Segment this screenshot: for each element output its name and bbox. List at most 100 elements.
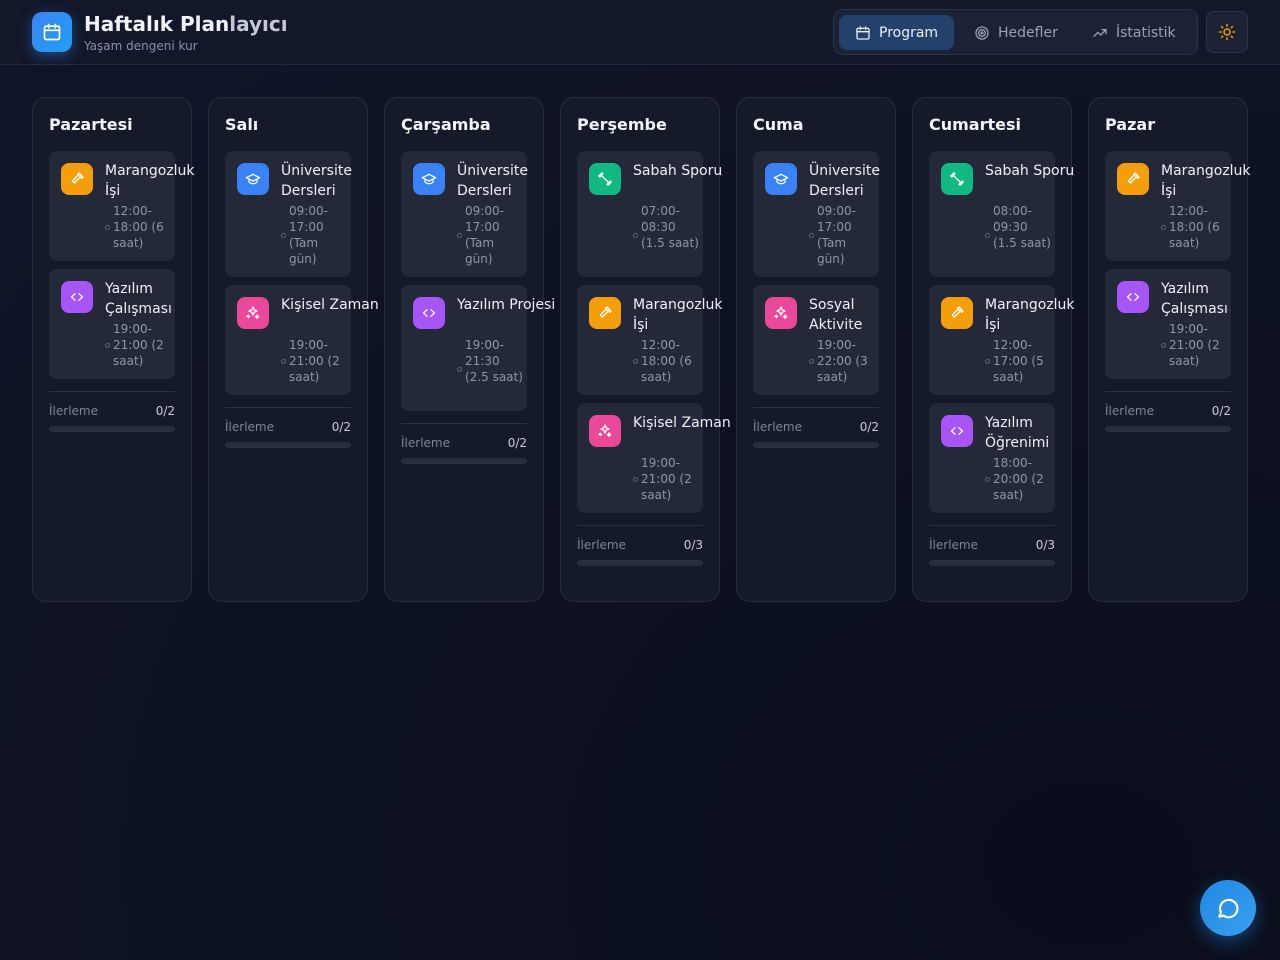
task-card[interactable]: Yazılım Öğrenimi 18:00-20:00 (2 saat) xyxy=(929,403,1055,513)
sparkles-icon xyxy=(589,415,621,447)
task-card[interactable]: Kişisel Zaman 19:00-21:00 (2 saat) xyxy=(225,285,379,395)
graduation-cap-icon xyxy=(413,163,445,195)
app-header: Haftalık Planlayıcı Yaşam dengeni kur Pr… xyxy=(0,0,1280,65)
clock-icon xyxy=(985,359,990,364)
day-title: Pazar xyxy=(1105,115,1156,134)
tab-goals[interactable]: Hedefler xyxy=(958,15,1074,50)
task-card[interactable]: Marangozluk İşi 12:00-18:00 (6 saat) xyxy=(577,285,723,395)
clock-icon xyxy=(105,343,110,348)
calendar-logo-icon xyxy=(32,12,72,52)
task-card[interactable]: Üniversite Dersleri 09:00-17:00 (Tam gün) xyxy=(753,151,880,277)
divider xyxy=(49,391,175,392)
progress-label: İlerleme xyxy=(753,420,802,434)
day-column: Pazar Marangozluk İşi 12:00-18:00 (6 saat)… xyxy=(1088,97,1251,602)
task-name: Üniversite Dersleri xyxy=(809,163,880,199)
day-title: Cumartesi xyxy=(929,115,1021,134)
progress-count: 0/2 xyxy=(331,420,351,434)
task-card[interactable]: Marangozluk İşi 12:00-17:00 (5 saat) xyxy=(929,285,1075,395)
task-name: Marangozluk İşi xyxy=(985,297,1075,333)
task-card[interactable]: Sosyal Aktivite 19:00-22:00 (3 saat) xyxy=(753,285,879,395)
chat-button[interactable] xyxy=(1200,880,1256,936)
clock-icon xyxy=(457,367,462,372)
progress-label: İlerleme xyxy=(401,436,450,450)
clock-icon xyxy=(809,233,814,238)
task-card[interactable]: Yazılım Projesi 19:00-21:30 (2.5 saat) xyxy=(401,285,555,411)
task-time: 09:00-17:00 (Tam gün) xyxy=(465,204,504,266)
dumbbell-icon xyxy=(941,163,973,195)
task-time: 12:00-18:00 (6 saat) xyxy=(113,204,164,250)
task-name: Kişisel Zaman xyxy=(633,415,731,431)
task-name: Marangozluk İşi xyxy=(1161,163,1251,199)
tab-stats[interactable]: İstatistik xyxy=(1076,15,1192,50)
progress-count: 0/2 xyxy=(507,436,527,450)
clock-icon xyxy=(633,359,638,364)
clock-icon xyxy=(281,359,286,364)
hammer-icon xyxy=(941,297,973,329)
graduation-cap-icon xyxy=(237,163,269,195)
task-name: Yazılım Çalışması xyxy=(1161,281,1228,317)
task-name: Üniversite Dersleri xyxy=(281,163,352,199)
task-card[interactable]: Sabah Sporu 08:00-09:30 (1.5 saat) xyxy=(929,151,1074,277)
task-card[interactable]: Üniversite Dersleri 09:00-17:00 (Tam gün) xyxy=(401,151,528,277)
task-card[interactable]: Marangozluk İşi 12:00-18:00 (6 saat) xyxy=(49,151,195,261)
task-time: 19:00-21:00 (2 saat) xyxy=(641,456,692,502)
task-time: 19:00-21:00 (2 saat) xyxy=(113,322,164,368)
task-card[interactable]: Yazılım Çalışması 19:00-21:00 (2 saat) xyxy=(1105,269,1231,379)
clock-icon xyxy=(985,233,990,238)
code-icon xyxy=(61,281,93,313)
task-time: 12:00-18:00 (6 saat) xyxy=(641,338,692,384)
divider xyxy=(401,423,527,424)
progress-label: İlerleme xyxy=(929,538,978,552)
hammer-icon xyxy=(589,297,621,329)
target-icon xyxy=(975,25,989,40)
sun-icon xyxy=(1218,23,1236,41)
day-title: Pazartesi xyxy=(49,115,133,134)
day-column: Salı Üniversite Dersleri 09:00-17:00 (Tam … xyxy=(208,97,379,602)
task-name: Yazılım Projesi xyxy=(457,297,556,313)
code-icon xyxy=(413,297,445,329)
day-column: Pazartesi Marangozluk İşi 12:00-18:00 (6 s… xyxy=(32,97,195,602)
clock-icon xyxy=(1161,343,1166,348)
dumbbell-icon xyxy=(589,163,621,195)
day-title: Çarşamba xyxy=(401,115,491,134)
task-name: Sosyal Aktivite xyxy=(809,297,863,333)
task-time: 12:00-17:00 (5 saat) xyxy=(993,338,1044,384)
code-icon xyxy=(1117,281,1149,313)
task-name: Kişisel Zaman xyxy=(281,297,379,313)
chat-bubble-icon xyxy=(1218,898,1239,919)
task-name: Marangozluk İşi xyxy=(633,297,723,333)
task-card[interactable]: Sabah Sporu 07:00-08:30 (1.5 saat) xyxy=(577,151,722,277)
task-time: 19:00-21:00 (2 saat) xyxy=(1169,322,1220,368)
progress-bar xyxy=(1105,426,1231,432)
tab-program-label: Program xyxy=(879,24,939,41)
app-subtitle: Yaşam dengeni kur xyxy=(84,39,198,53)
tab-program[interactable]: Program xyxy=(839,15,955,50)
divider xyxy=(929,525,1055,526)
progress-count: 0/3 xyxy=(683,538,703,552)
day-column: Cumartesi Sabah Sporu 08:00-09:30 (1.5 saa… xyxy=(912,97,1075,602)
task-name: Sabah Sporu xyxy=(985,163,1075,179)
task-name: Üniversite Dersleri xyxy=(457,163,528,199)
sparkles-icon xyxy=(237,297,269,329)
task-card[interactable]: Üniversite Dersleri 09:00-17:00 (Tam gün) xyxy=(225,151,352,277)
progress-count: 0/2 xyxy=(1211,404,1231,418)
progress-bar xyxy=(929,560,1055,566)
task-time: 18:00-20:00 (2 saat) xyxy=(993,456,1044,502)
main-nav: Program Hedefler İstatistik xyxy=(833,9,1198,55)
divider xyxy=(753,407,879,408)
task-card[interactable]: Marangozluk İşi 12:00-18:00 (6 saat) xyxy=(1105,151,1251,261)
task-card[interactable]: Kişisel Zaman 19:00-21:00 (2 saat) xyxy=(577,403,731,513)
day-column: Çarşamba Üniversite Dersleri 09:00-17:00 (… xyxy=(384,97,555,602)
task-time: 09:00-17:00 (Tam gün) xyxy=(289,204,328,266)
progress-count: 0/2 xyxy=(155,404,175,418)
tab-stats-label: İstatistik xyxy=(1116,24,1176,41)
theme-toggle-button[interactable] xyxy=(1206,11,1248,53)
day-column: Cuma Üniversite Dersleri 09:00-17:00 (Tam … xyxy=(736,97,896,602)
clock-icon xyxy=(105,225,110,230)
divider xyxy=(1105,391,1231,392)
task-time: 19:00-22:00 (3 saat) xyxy=(817,338,868,384)
task-name: Yazılım Çalışması xyxy=(105,281,172,317)
clock-icon xyxy=(281,233,286,238)
task-name: Yazılım Öğrenimi xyxy=(985,415,1050,451)
task-card[interactable]: Yazılım Çalışması 19:00-21:00 (2 saat) xyxy=(49,269,175,379)
